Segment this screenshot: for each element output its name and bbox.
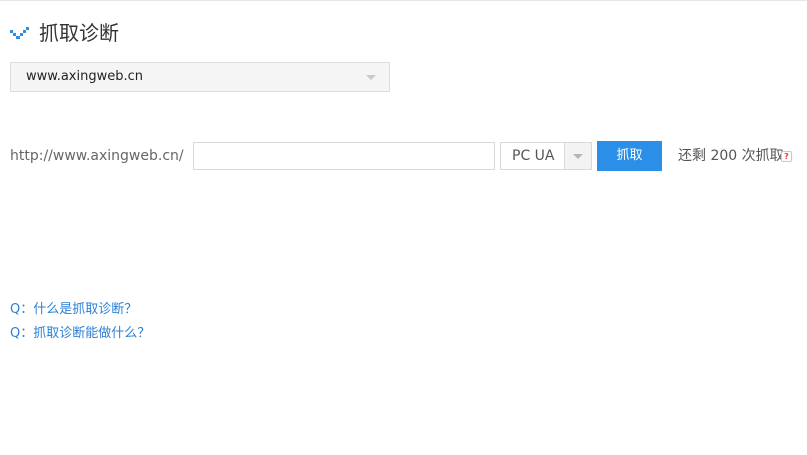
help-icon[interactable]: ? bbox=[781, 151, 792, 162]
top-divider bbox=[0, 0, 807, 1]
user-agent-select[interactable]: PC UA bbox=[500, 142, 592, 170]
site-select-value: www.axingweb.cn bbox=[26, 69, 143, 84]
chevron-down-icon bbox=[366, 75, 376, 80]
fetch-button[interactable]: 抓取 bbox=[597, 141, 662, 171]
faq-list: Q：什么是抓取诊断？ Q：抓取诊断能做什么？ bbox=[10, 298, 150, 346]
url-path-input[interactable] bbox=[193, 142, 495, 170]
site-select[interactable]: www.axingweb.cn bbox=[10, 62, 390, 92]
page-title: 抓取诊断 bbox=[39, 21, 119, 45]
page-header: 抓取诊断 bbox=[10, 20, 119, 46]
faq-link-what-is[interactable]: Q：什么是抓取诊断？ bbox=[10, 298, 150, 322]
remaining-quota-text: 还剩 200 次抓取 bbox=[678, 148, 784, 164]
checkmark-icon bbox=[10, 26, 30, 40]
chevron-down-icon bbox=[573, 154, 583, 159]
user-agent-value: PC UA bbox=[512, 148, 555, 164]
user-agent-dropdown-toggle[interactable] bbox=[564, 143, 591, 169]
faq-link-what-can-do[interactable]: Q：抓取诊断能做什么？ bbox=[10, 322, 150, 346]
url-prefix: http://www.axingweb.cn/ bbox=[10, 148, 184, 164]
